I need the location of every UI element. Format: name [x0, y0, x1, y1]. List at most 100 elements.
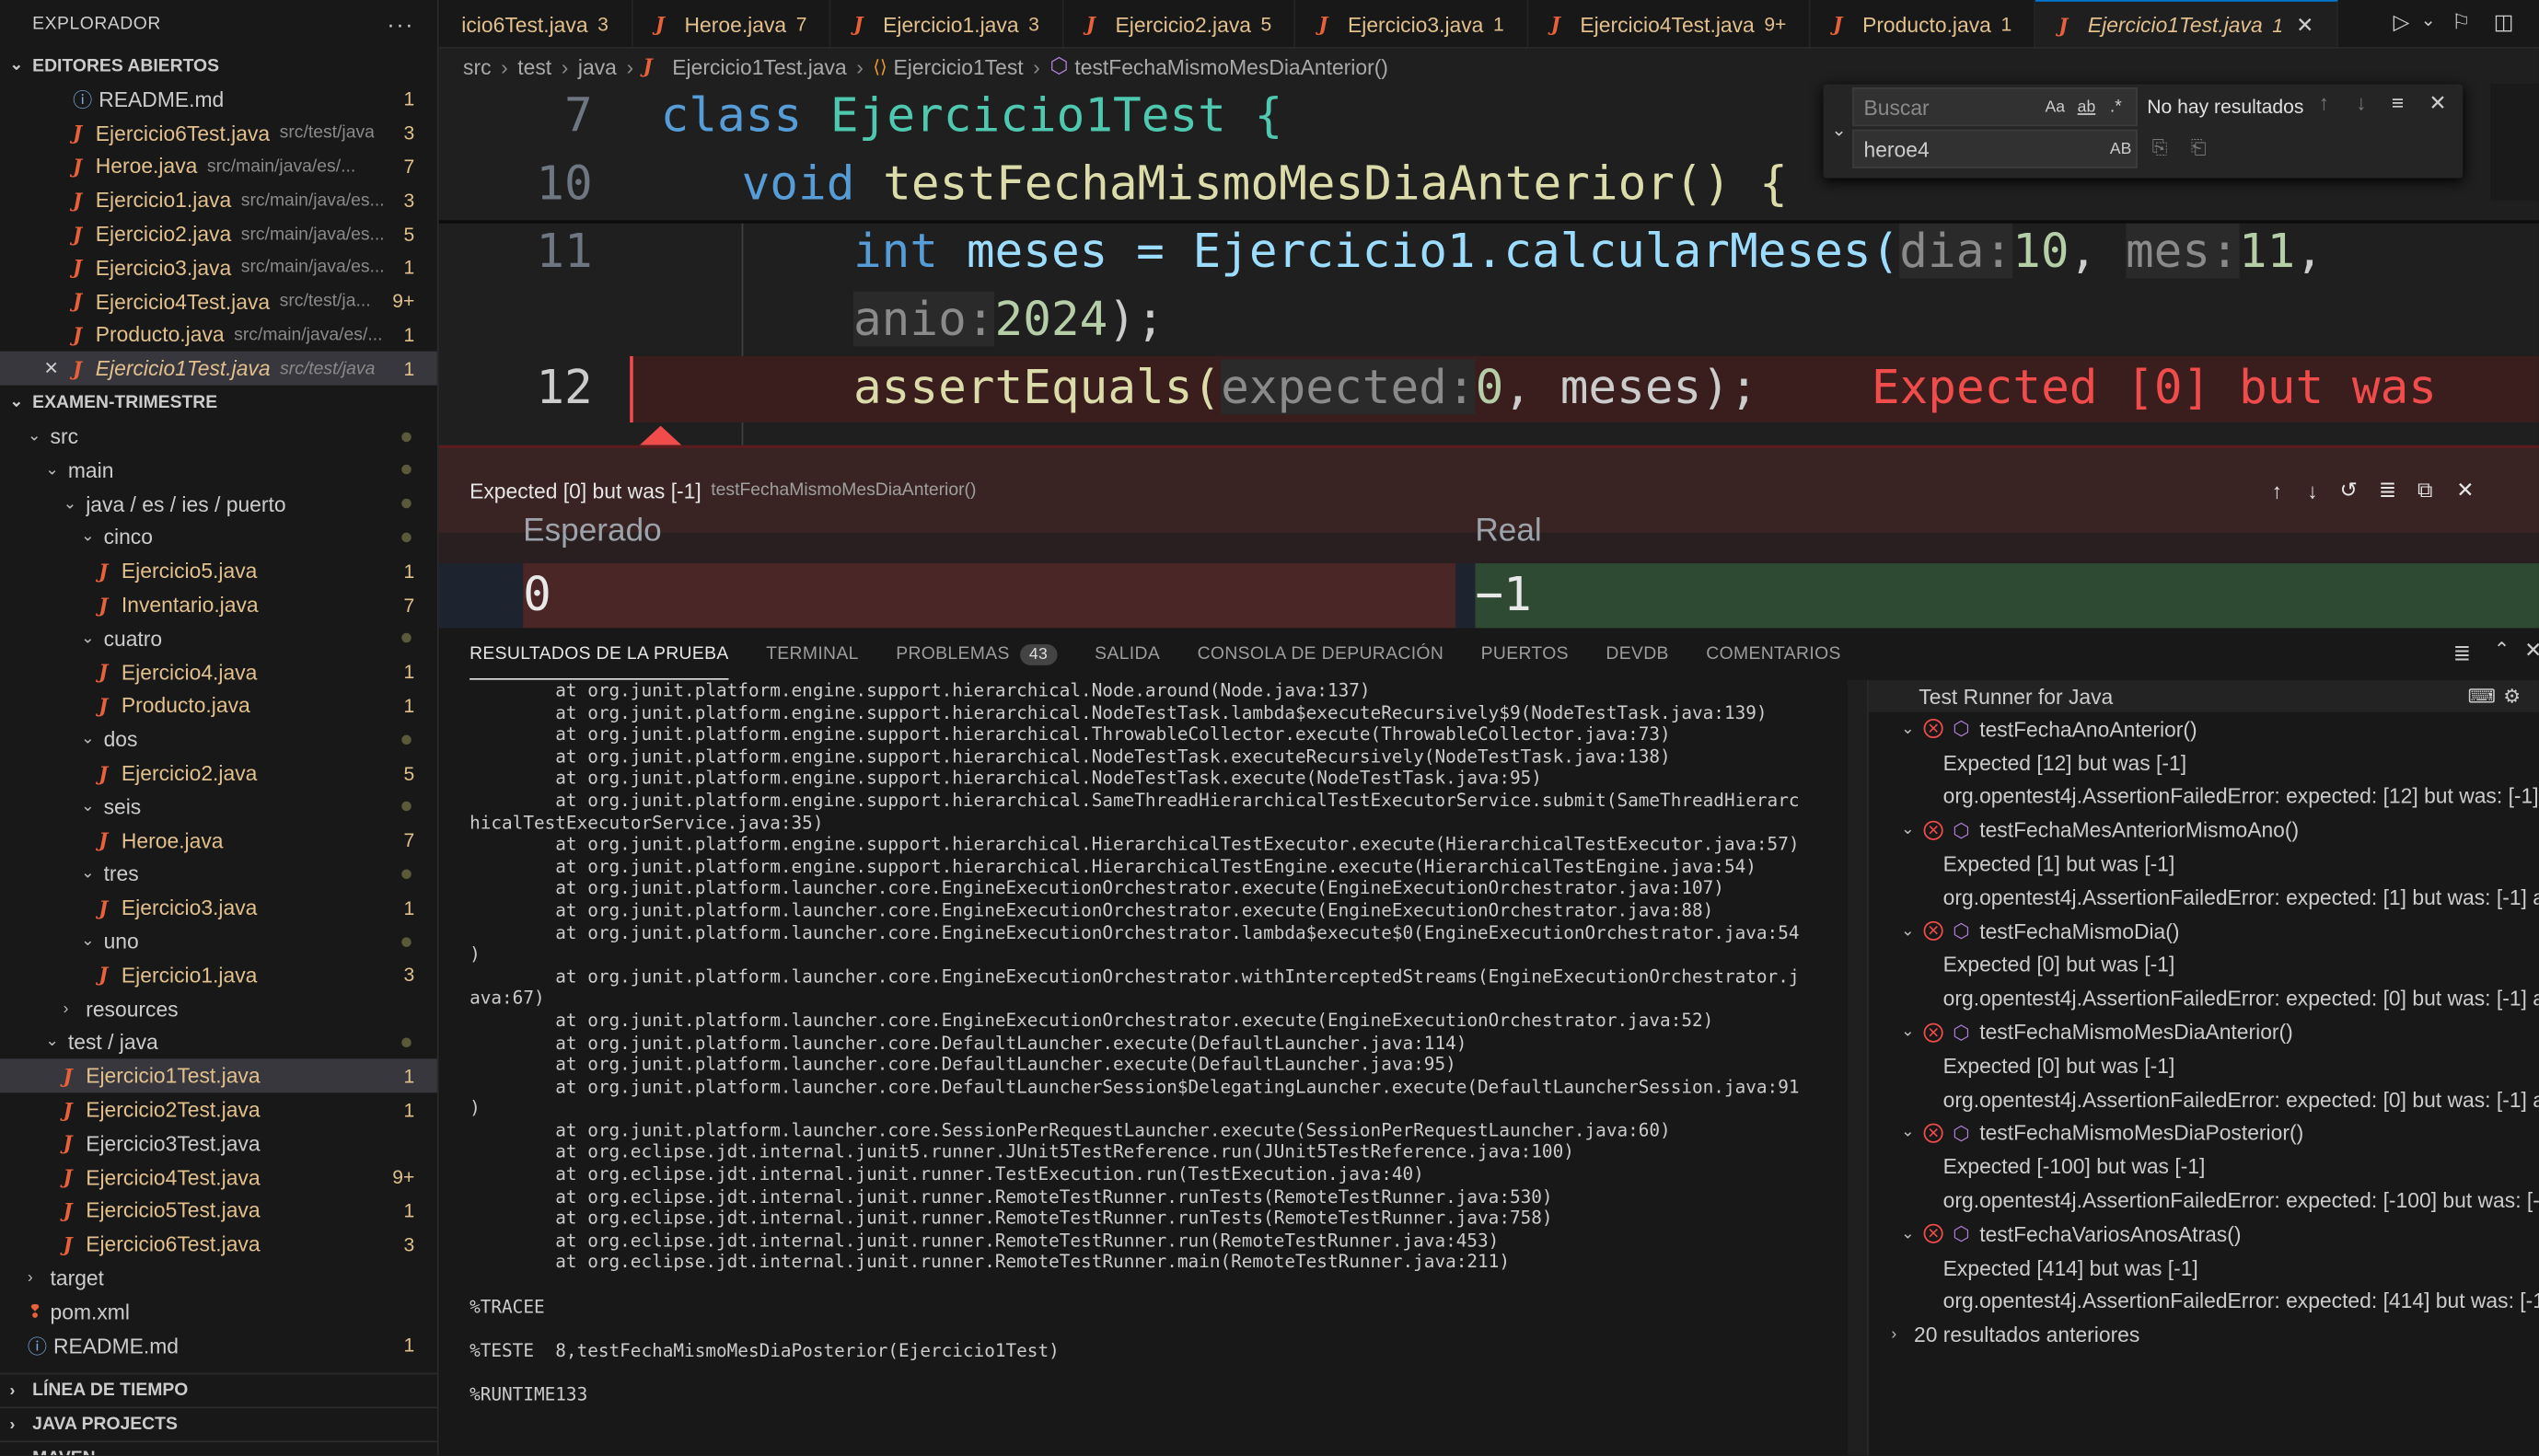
close-icon[interactable]: ✕: [2456, 478, 2474, 503]
file-item[interactable]: J Ejercicio2.java 5: [0, 757, 437, 791]
file-item[interactable]: J Ejercicio5Test.java 1: [0, 1194, 437, 1228]
test-error-detail[interactable]: org.opentest4j.AssertionFailedError: exp…: [1869, 881, 2539, 915]
file-item[interactable]: J Ejercicio2Test.java 1: [0, 1092, 437, 1127]
folder-item[interactable]: ⌄ java / es / ies / puerto: [0, 487, 437, 521]
maximize-icon[interactable]: ⧉: [2417, 478, 2432, 503]
close-icon[interactable]: ✕: [2429, 90, 2446, 116]
file-item[interactable]: J Heroe.java 7: [0, 824, 437, 858]
test-error-detail[interactable]: org.opentest4j.AssertionFailedError: exp…: [1869, 982, 2539, 1016]
file-item[interactable]: J Ejercicio1Test.java 1: [0, 1058, 437, 1093]
previous-results-item[interactable]: › 20 resultados anteriores: [1869, 1318, 2539, 1352]
arrow-down-icon[interactable]: ↓: [2307, 479, 2317, 503]
panel-tab[interactable]: RESULTADOS DE LA PRUEBA: [470, 628, 729, 680]
breadcrumb-item[interactable]: testFechaMismoMesDiaAnterior(): [1074, 54, 1388, 78]
folder-item[interactable]: ⌄ cinco: [0, 521, 437, 555]
file-item[interactable]: J Ejercicio1.java 3: [0, 958, 437, 992]
arrow-up-icon[interactable]: ↑: [2272, 479, 2282, 503]
test-message[interactable]: Expected [414] but was [-1]: [1869, 1251, 2539, 1285]
editor-tab[interactable]: J Ejercicio3.java 1: [1296, 0, 1529, 48]
file-item[interactable]: J Ejercicio5.java 1: [0, 554, 437, 588]
editor-tab[interactable]: J Ejercicio1Test.java 1 ✕: [2035, 0, 2338, 48]
folder-item[interactable]: ⌄ test / java: [0, 1025, 437, 1059]
test-message[interactable]: Expected [-100] but was [-1]: [1869, 1150, 2539, 1184]
editor-tab[interactable]: J Producto.java 1: [1811, 0, 2036, 48]
file-item[interactable]: ❢ pom.xml: [0, 1295, 437, 1329]
test-error-detail[interactable]: org.opentest4j.AssertionFailedError: exp…: [1869, 1184, 2539, 1218]
filter-icon[interactable]: ≣: [2453, 641, 2471, 667]
open-editors-section[interactable]: ⌄ EDITORES ABIERTOS: [0, 49, 437, 83]
file-item[interactable]: J Producto.java 1: [0, 688, 437, 722]
panel-tab[interactable]: DEVDB: [1606, 628, 1668, 679]
file-item[interactable]: J Inventario.java 7: [0, 588, 437, 622]
editor-tab[interactable]: J Ejercicio4Test.java 9+: [1528, 0, 1811, 48]
folder-item[interactable]: ⌄ tres: [0, 857, 437, 891]
collapsed-section[interactable]: ›MAVEN: [0, 1440, 437, 1455]
folder-item[interactable]: ⌄ dos: [0, 722, 437, 757]
breadcrumb-item[interactable]: Ejercicio1Test.java: [672, 54, 846, 78]
minimap[interactable]: [2490, 84, 2539, 202]
editor-tab[interactable]: J Ejercicio1.java 3: [831, 0, 1064, 48]
open-editor-item[interactable]: J Ejercicio6Test.java src/test/java 3: [0, 116, 437, 150]
debug-icon[interactable]: ⚐: [2452, 10, 2471, 36]
whole-word-icon[interactable]: ab: [2078, 98, 2096, 115]
open-editor-item[interactable]: J Ejercicio1.java src/main/java/es... 3: [0, 183, 437, 217]
panel-tab[interactable]: COMENTARIOS: [1706, 628, 1840, 679]
test-item[interactable]: ⌄ ✕ ⬡ testFechaMismoMesDiaAnterior(): [1869, 1015, 2539, 1049]
match-case-icon[interactable]: Aa: [2045, 98, 2065, 115]
file-item[interactable]: J Ejercicio4Test.java 9+: [0, 1161, 437, 1195]
regex-icon[interactable]: .*: [2110, 98, 2122, 117]
folder-item[interactable]: ⌄ cuatro: [0, 621, 437, 655]
breadcrumb-item[interactable]: Ejercicio1Test: [894, 54, 1024, 78]
test-item[interactable]: ⌄ ✕ ⬡ testFechaMesAnteriorMismoAno(): [1869, 814, 2539, 848]
replace-input[interactable]: heroe4 AB: [1852, 129, 2138, 168]
panel-tab[interactable]: SALIDA: [1095, 628, 1160, 679]
find-in-selection-icon[interactable]: ≡: [2392, 90, 2404, 114]
folder-item[interactable]: ⌄ src: [0, 420, 437, 454]
test-message[interactable]: Expected [0] but was [-1]: [1869, 1049, 2539, 1083]
file-item[interactable]: J Ejercicio3Test.java: [0, 1127, 437, 1161]
panel-tab[interactable]: PROBLEMAS 43: [896, 628, 1058, 679]
panel-tab[interactable]: PUERTOS: [1481, 628, 1569, 679]
breadcrumb-item[interactable]: test: [517, 54, 551, 78]
breadcrumb-item[interactable]: java: [578, 54, 617, 78]
open-editor-item[interactable]: ✕ J Ejercicio1Test.java src/test/java 1: [0, 352, 437, 386]
test-output[interactable]: at org.junit.platform.engine.support.hie…: [438, 679, 1848, 1456]
test-error-detail[interactable]: org.opentest4j.AssertionFailedError: exp…: [1869, 1082, 2539, 1116]
previous-match-icon[interactable]: ↑: [2319, 90, 2329, 114]
test-message[interactable]: Expected [0] but was [-1]: [1869, 948, 2539, 982]
chevron-down-icon[interactable]: ⌄: [2421, 10, 2436, 31]
folder-item[interactable]: ⌄ seis: [0, 790, 437, 824]
test-message[interactable]: Expected [12] but was [-1]: [1869, 745, 2539, 780]
file-item[interactable]: J Ejercicio4.java 1: [0, 655, 437, 689]
breadcrumb-item[interactable]: src: [463, 54, 492, 78]
editor-tab[interactable]: J Ejercicio2.java 5: [1063, 0, 1296, 48]
history-icon[interactable]: ↺: [2340, 478, 2358, 503]
more-actions-icon[interactable]: ···: [387, 11, 414, 37]
search-input[interactable]: Buscar Aa ab .*: [1852, 87, 2138, 127]
chevron-up-icon[interactable]: ⌃: [2494, 638, 2510, 661]
folder-item[interactable]: ⌄ main: [0, 453, 437, 487]
file-item[interactable]: ⓘ README.md 1: [0, 1329, 437, 1363]
debug-icon[interactable]: ⚙: [2503, 685, 2521, 708]
close-icon[interactable]: ✕: [43, 358, 73, 379]
next-match-icon[interactable]: ↓: [2356, 90, 2366, 114]
close-icon[interactable]: ✕: [2296, 12, 2313, 38]
test-item[interactable]: ⌄ ✕ ⬡ testFechaMismoDia(): [1869, 914, 2539, 948]
preserve-case-icon[interactable]: AB: [2110, 140, 2131, 157]
panel-tab[interactable]: TERMINAL: [766, 628, 859, 679]
toggle-replace-icon[interactable]: ⌄: [1831, 120, 1846, 141]
terminal-icon[interactable]: ⌨: [2468, 685, 2496, 708]
close-icon[interactable]: ✕: [2524, 638, 2539, 664]
replace-all-icon[interactable]: ⎗: [2191, 136, 2207, 160]
test-item[interactable]: ⌄ ✕ ⬡ testFechaVariosAnosAtras(): [1869, 1218, 2539, 1252]
file-item[interactable]: J Ejercicio6Test.java 3: [0, 1228, 437, 1262]
collapsed-section[interactable]: › LÍNEA DE TIEMPO: [0, 1372, 437, 1407]
open-editor-item[interactable]: J Ejercicio3.java src/main/java/es... 1: [0, 251, 437, 285]
open-editor-item[interactable]: ⓘ README.md 1: [0, 83, 437, 117]
test-error-detail[interactable]: org.opentest4j.AssertionFailedError: exp…: [1869, 1285, 2539, 1319]
editor-tab[interactable]: J Heroe.java 7: [632, 0, 831, 48]
project-section[interactable]: ⌄ EXAMEN-TRIMESTRE: [0, 386, 437, 420]
test-message[interactable]: Expected [1] but was [-1]: [1869, 847, 2539, 881]
folder-item[interactable]: › resources: [0, 992, 437, 1026]
test-item[interactable]: ⌄ ✕ ⬡ testFechaMismoMesDiaPosterior(): [1869, 1116, 2539, 1150]
